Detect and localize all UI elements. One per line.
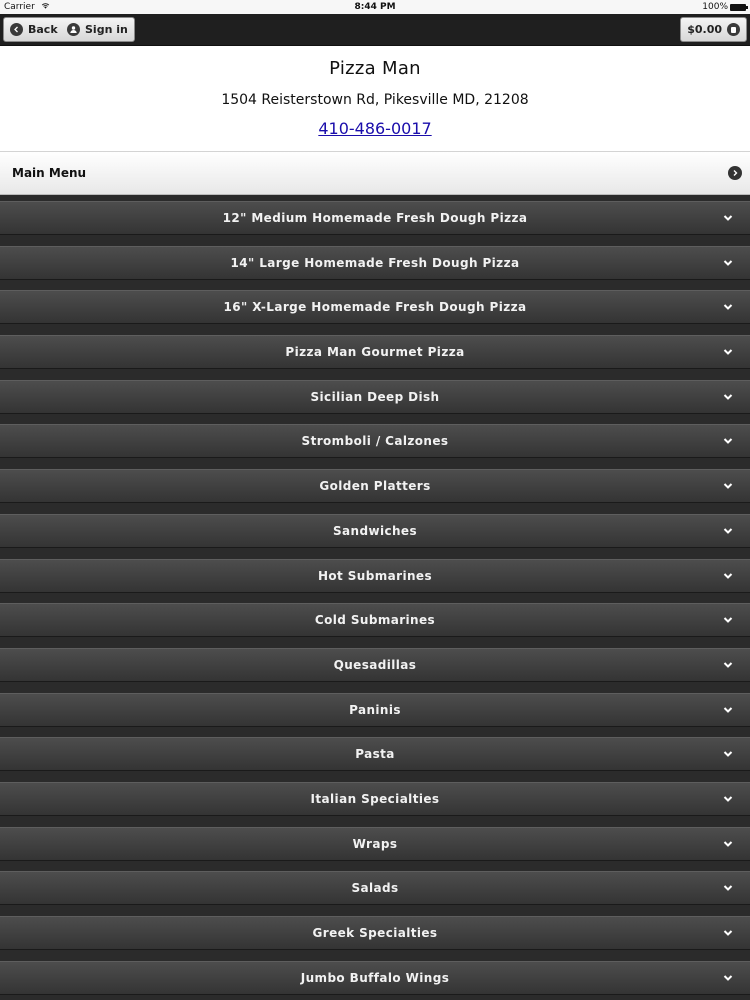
chevron-down-icon: [723, 796, 733, 802]
chevron-down-icon: [723, 706, 733, 713]
chevron-down-icon: [723, 662, 733, 668]
chevron-down-icon: [723, 885, 733, 892]
main-menu-label: Main Menu: [12, 166, 87, 180]
chevron-down-icon: [723, 349, 733, 355]
category-label: Cold Submarines: [314, 613, 436, 628]
main-menu-header[interactable]: Main Menu: [0, 151, 750, 195]
category-label: Pasta: [355, 747, 395, 762]
chevron-down-icon: [723, 483, 733, 490]
chevron-down-icon: [723, 617, 733, 624]
chevron-down-icon: [723, 259, 733, 266]
category-list: 12" Medium Homemade Fresh Dough Pizza 14"…: [0, 195, 750, 995]
user-icon: [67, 23, 80, 36]
category-label: Italian Specialties: [310, 791, 440, 806]
category-label: 16" X-Large Homemade Fresh Dough Pizza: [223, 300, 527, 315]
status-bar: Carrier 8:44 PM 100%: [0, 0, 750, 14]
sign-in-label: Sign in: [85, 23, 128, 36]
back-button[interactable]: Back: [3, 17, 65, 42]
chevron-down-icon: [723, 840, 733, 847]
cart-icon: [727, 23, 740, 36]
restaurant-header: Pizza Man 1504 Reisterstown Rd, Pikesvil…: [0, 46, 750, 151]
category-item[interactable]: 12" Medium Homemade Fresh Dough Pizza: [0, 201, 750, 235]
category-label: Paninis: [349, 702, 401, 717]
cart-total: $0.00: [687, 23, 722, 36]
battery-indicator: 100%: [702, 0, 748, 14]
battery-percent: 100%: [702, 2, 728, 12]
cart-button[interactable]: $0.00: [680, 17, 747, 42]
category-item[interactable]: Pizza Man Gourmet Pizza: [0, 335, 750, 370]
chevron-down-icon: [723, 215, 733, 221]
category-item[interactable]: Paninis: [0, 692, 750, 727]
clock: 8:44 PM: [354, 2, 396, 12]
category-label: Salads: [351, 881, 399, 896]
category-label: Hot Submarines: [317, 568, 433, 583]
category-item[interactable]: 14" Large Homemade Fresh Dough Pizza: [0, 245, 750, 280]
chevron-down-icon: [723, 438, 733, 445]
chevron-down-icon: [723, 974, 733, 981]
category-label: Golden Platters: [319, 479, 431, 494]
chevron-down-icon: [723, 528, 733, 534]
restaurant-name: Pizza Man: [329, 58, 421, 79]
arrow-right-icon: [728, 166, 742, 180]
category-item[interactable]: Cold Submarines: [0, 603, 750, 638]
category-item[interactable]: Sicilian Deep Dish: [0, 379, 750, 414]
category-item[interactable]: Jumbo Buffalo Wings: [0, 960, 750, 995]
category-item[interactable]: 16" X-Large Homemade Fresh Dough Pizza: [0, 290, 750, 325]
chevron-down-icon: [723, 930, 733, 936]
phone-link[interactable]: 410-486-0017: [318, 119, 431, 138]
battery-icon: [730, 3, 748, 11]
category-label: 14" Large Homemade Fresh Dough Pizza: [230, 255, 520, 270]
toolbar: Back Sign in $0.00: [0, 14, 750, 46]
sign-in-button[interactable]: Sign in: [61, 17, 135, 42]
category-item[interactable]: Greek Specialties: [0, 916, 750, 950]
restaurant-address: 1504 Reisterstown Rd, Pikesville MD, 212…: [221, 92, 529, 108]
category-item[interactable]: Wraps: [0, 826, 750, 861]
chevron-down-icon: [723, 394, 733, 400]
category-label: Wraps: [352, 836, 398, 851]
category-label: Pizza Man Gourmet Pizza: [285, 345, 465, 360]
category-item[interactable]: Pasta: [0, 737, 750, 772]
category-label: Jumbo Buffalo Wings: [300, 970, 450, 985]
category-item[interactable]: Quesadillas: [0, 647, 750, 682]
back-label: Back: [28, 23, 58, 36]
category-label: Greek Specialties: [312, 926, 438, 940]
chevron-down-icon: [723, 304, 733, 311]
category-label: Sicilian Deep Dish: [310, 389, 440, 404]
category-item[interactable]: Italian Specialties: [0, 781, 750, 816]
category-item[interactable]: Hot Submarines: [0, 558, 750, 593]
category-item[interactable]: Stromboli / Calzones: [0, 424, 750, 459]
category-label: 12" Medium Homemade Fresh Dough Pizza: [222, 211, 528, 225]
category-item[interactable]: Golden Platters: [0, 469, 750, 504]
back-icon: [10, 23, 23, 36]
category-item[interactable]: Sandwiches: [0, 513, 750, 548]
category-item[interactable]: Salads: [0, 871, 750, 906]
chevron-down-icon: [723, 751, 733, 758]
chevron-down-icon: [723, 572, 733, 579]
category-label: Stromboli / Calzones: [301, 434, 449, 449]
category-label: Sandwiches: [332, 523, 417, 538]
category-label: Quesadillas: [333, 657, 417, 672]
